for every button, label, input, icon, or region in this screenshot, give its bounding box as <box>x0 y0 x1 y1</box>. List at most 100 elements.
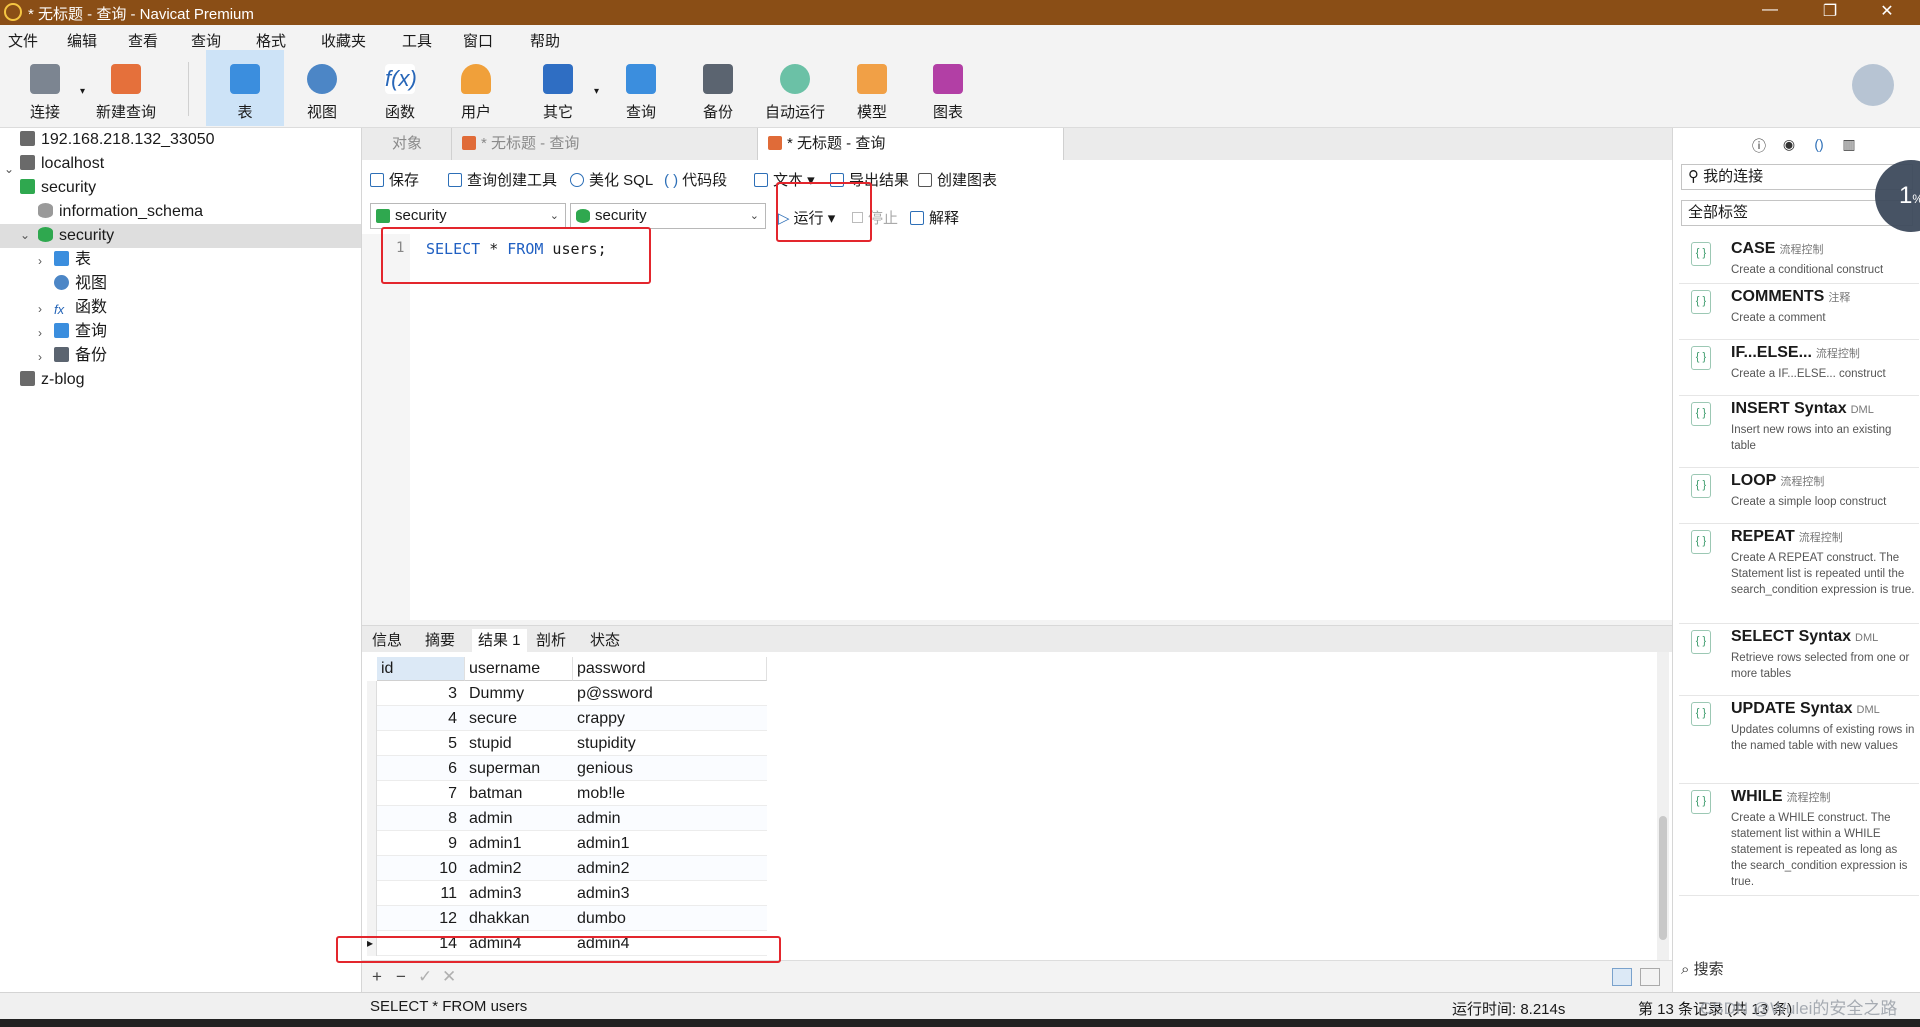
table-row[interactable]: 4 secure crappy <box>367 706 767 731</box>
view-button[interactable]: 视图 <box>290 50 354 126</box>
auto-run-button[interactable]: 自动运行 <box>760 50 830 126</box>
cell-username[interactable]: Dummy <box>469 681 573 706</box>
chevron-right-icon[interactable]: › <box>38 350 42 364</box>
row-marker[interactable] <box>367 781 377 806</box>
chevron-right-icon[interactable]: › <box>38 254 42 268</box>
snippet-item[interactable]: { } UPDATE Syntax DML Updates columns of ex… <box>1679 696 1919 784</box>
snippet-item[interactable]: { } WHILE 流程控制 Create a WHILE construct. Th… <box>1679 784 1919 896</box>
table-row[interactable]: 7 batman mob!le <box>367 781 767 806</box>
cell-id[interactable]: 9 <box>377 831 457 856</box>
cell-password[interactable]: admin3 <box>577 881 767 906</box>
menu-edit[interactable]: 编辑 <box>67 30 97 51</box>
layout-icon[interactable]: ▥ <box>1841 136 1857 152</box>
tree-queries[interactable]: 查询 <box>54 320 107 344</box>
tab-summary[interactable]: 摘要 <box>419 629 461 653</box>
cell-username[interactable]: secure <box>469 706 573 731</box>
cell-password[interactable]: admin1 <box>577 831 767 856</box>
tab-status[interactable]: 状态 <box>584 629 626 653</box>
cell-username[interactable]: dhakkan <box>469 906 573 931</box>
save-button[interactable]: 保存 <box>370 169 419 190</box>
snippet-search[interactable]: ⌕ 搜索 <box>1681 958 1724 979</box>
row-marker[interactable] <box>367 856 377 881</box>
table-row[interactable]: 6 superman genious <box>367 756 767 781</box>
cell-username[interactable]: admin <box>469 806 573 831</box>
eye-icon[interactable]: ◉ <box>1781 136 1797 152</box>
snippet-item[interactable]: { } CASE 流程控制 Create a conditional construc… <box>1679 236 1919 284</box>
cell-username[interactable]: batman <box>469 781 573 806</box>
chevron-down-icon[interactable]: ⌄ <box>4 162 14 176</box>
table-button[interactable]: 表 <box>206 50 284 126</box>
cell-id[interactable]: 11 <box>377 881 457 906</box>
cell-password[interactable]: stupidity <box>577 731 767 756</box>
table-row[interactable]: 3 Dummy p@ssword <box>367 681 767 706</box>
table-row[interactable]: 5 stupid stupidity <box>367 731 767 756</box>
cell-password[interactable]: admin2 <box>577 856 767 881</box>
chevron-right-icon[interactable]: › <box>38 326 42 340</box>
table-row[interactable]: 8 admin admin <box>367 806 767 831</box>
avatar[interactable] <box>1852 64 1894 106</box>
connect-dropdown-icon[interactable]: ▾ <box>80 86 85 97</box>
cell-id[interactable]: 10 <box>377 856 457 881</box>
close-button[interactable]: ✕ <box>1857 1 1917 24</box>
snippet-item[interactable]: { } IF...ELSE... 流程控制 Create a IF...ELSE...… <box>1679 340 1919 396</box>
chevron-right-icon[interactable]: › <box>38 302 42 316</box>
cell-password[interactable]: genious <box>577 756 767 781</box>
table-row[interactable]: 10 admin2 admin2 <box>367 856 767 881</box>
menu-view[interactable]: 查看 <box>128 30 158 51</box>
create-chart-button[interactable]: 创建图表 <box>918 169 997 190</box>
menu-file[interactable]: 文件 <box>8 30 38 51</box>
scrollbar-thumb[interactable] <box>1659 816 1667 940</box>
row-marker[interactable] <box>367 731 377 756</box>
connect-button[interactable]: 连接 <box>14 50 76 126</box>
new-query-button[interactable]: 新建查询 <box>92 50 160 126</box>
form-view-icon[interactable] <box>1640 968 1660 986</box>
cell-password[interactable]: mob!le <box>577 781 767 806</box>
row-marker[interactable] <box>367 881 377 906</box>
row-marker[interactable] <box>367 706 377 731</box>
tree-connection-localhost[interactable]: localhost <box>20 152 104 176</box>
delete-row-button[interactable]: − <box>396 967 406 987</box>
database-select[interactable]: security ⌄ <box>570 203 766 229</box>
function-button[interactable]: f(x) 函数 <box>368 50 432 126</box>
snippet-item[interactable]: { } SELECT Syntax DML Retrieve rows selecte… <box>1679 624 1919 696</box>
table-row[interactable]: 11 admin3 admin3 <box>367 881 767 906</box>
info-icon[interactable]: ⓘ <box>1751 136 1767 154</box>
tree-connection-security[interactable]: security <box>20 176 96 200</box>
table-row[interactable]: 12 dhakkan dumbo <box>367 906 767 931</box>
cell-password[interactable]: crappy <box>577 706 767 731</box>
cell-id[interactable]: 8 <box>377 806 457 831</box>
chevron-down-icon[interactable]: ⌄ <box>20 228 30 242</box>
other-button[interactable]: 其它 <box>526 50 590 126</box>
grid-scrollbar[interactable] <box>1657 652 1669 960</box>
column-header-password[interactable]: password <box>573 657 767 681</box>
menu-help[interactable]: 帮助 <box>530 30 560 51</box>
minimize-button[interactable]: — <box>1740 1 1800 24</box>
tree-connection-zblog[interactable]: z-blog <box>20 368 85 392</box>
column-header-username[interactable]: username <box>465 657 573 681</box>
user-button[interactable]: 用户 <box>444 50 508 126</box>
menu-tools[interactable]: 工具 <box>402 30 432 51</box>
tree-connection-remote[interactable]: 192.168.218.132_33050 <box>20 128 215 152</box>
other-dropdown-icon[interactable]: ▾ <box>594 86 599 97</box>
cell-username[interactable]: superman <box>469 756 573 781</box>
column-header-id[interactable]: id <box>377 657 465 681</box>
brackets-icon[interactable]: () <box>1811 136 1827 152</box>
cell-username[interactable]: admin3 <box>469 881 573 906</box>
snippet-item[interactable]: { } INSERT Syntax DML Insert new rows into … <box>1679 396 1919 468</box>
tab-query-2[interactable]: * 无标题 - 查询 <box>758 128 1064 160</box>
query-button[interactable]: 查询 <box>608 50 674 126</box>
query-builder-button[interactable]: 查询创建工具 <box>448 169 557 190</box>
cell-password[interactable]: p@ssword <box>577 681 767 706</box>
add-row-button[interactable]: + <box>372 967 382 987</box>
tree-views[interactable]: 视图 <box>54 272 107 296</box>
cell-id[interactable]: 12 <box>377 906 457 931</box>
cell-password[interactable]: admin <box>577 806 767 831</box>
row-marker[interactable] <box>367 681 377 706</box>
menu-format[interactable]: 格式 <box>256 30 286 51</box>
tree-functions[interactable]: fx 函数 <box>54 296 107 320</box>
table-row[interactable]: 9 admin1 admin1 <box>367 831 767 856</box>
apply-changes-button[interactable]: ✓ <box>418 967 432 987</box>
row-marker[interactable] <box>367 906 377 931</box>
snippet-item[interactable]: { } REPEAT 流程控制 Create A REPEAT construct. … <box>1679 524 1919 624</box>
code-snippet-button[interactable]: ( ) 代码段 <box>664 169 727 190</box>
